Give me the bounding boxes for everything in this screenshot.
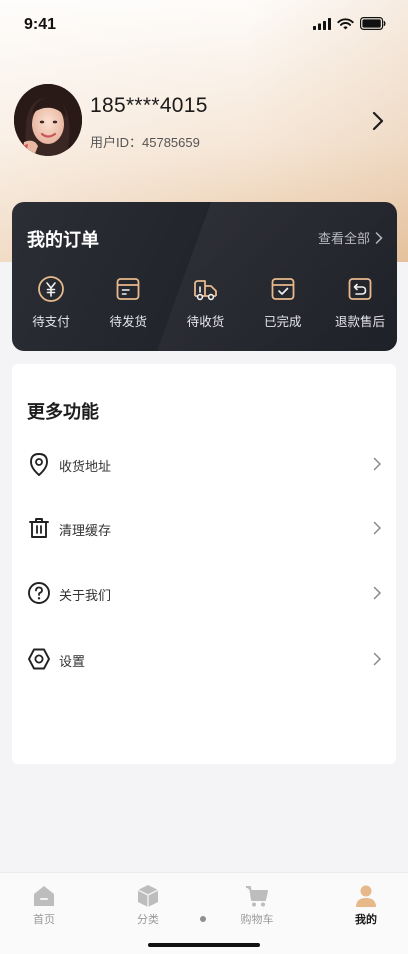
user-id-label: 用户ID： [90, 135, 143, 150]
more-functions-title: 更多功能 [27, 402, 99, 423]
yen-coin-icon [38, 276, 64, 302]
status-bar: 9:41 [0, 0, 408, 50]
order-item-label: 待支付 [32, 314, 70, 329]
user-id-value: 45785659 [142, 135, 200, 150]
tab-label: 分类 [137, 913, 159, 926]
user-id: 用户ID：45785659 [90, 132, 200, 151]
chevron-right-icon [373, 652, 382, 666]
chevron-right-icon [373, 586, 382, 600]
status-icons [313, 17, 386, 30]
order-pending-payment[interactable]: 待支付 [20, 274, 82, 334]
home-icon [34, 886, 54, 906]
return-arrow-icon [348, 278, 372, 300]
cellular-signal-icon [313, 17, 331, 30]
home-indicator [148, 943, 260, 947]
bottom-tab-bar: 首页 分类 购物车 我的 [0, 872, 408, 954]
my-orders-card: 我的订单 查看全部 待支付 待发货 待收货 已完成 退款售后 [12, 202, 397, 351]
tab-label: 购物车 [240, 913, 274, 926]
more-functions-card: 更多功能 收货地址 清理缓存 关于我们 设置 [12, 364, 396, 764]
avatar-photo-icon [14, 84, 82, 156]
menu-item-label: 收货地址 [59, 460, 112, 475]
order-item-label: 退款售后 [334, 314, 385, 329]
profile-header[interactable]: 185****4015 用户ID：45785659 [0, 84, 408, 160]
chevron-right-icon [373, 457, 382, 471]
tab-label: 首页 [33, 913, 55, 926]
menu-item-clear-cache[interactable]: 清理缓存 [12, 508, 396, 548]
delivery-truck-icon [193, 280, 217, 301]
chevron-right-icon[interactable] [370, 110, 386, 132]
settings-hexagon-icon [28, 648, 50, 670]
page-indicator-dot [200, 916, 206, 922]
order-status-list: 待支付 待发货 待收货 已完成 退款售后 [12, 274, 397, 334]
tab-category[interactable]: 分类 [118, 883, 178, 927]
trash-icon [29, 518, 49, 538]
tab-cart[interactable]: 购物车 [227, 883, 287, 927]
order-completed[interactable]: 已完成 [252, 274, 314, 334]
menu-item-label: 设置 [59, 655, 86, 670]
order-item-label: 已完成 [263, 314, 302, 329]
orders-title: 我的订单 [27, 230, 99, 251]
view-all-orders-link[interactable]: 查看全部 [318, 228, 383, 247]
menu-item-about-us[interactable]: 关于我们 [12, 573, 396, 613]
tab-label: 我的 [355, 913, 377, 926]
battery-icon [360, 17, 386, 30]
tab-mine[interactable]: 我的 [336, 883, 396, 927]
menu-item-label: 清理缓存 [59, 524, 112, 539]
shopping-cart-icon [246, 886, 268, 907]
order-item-label: 待发货 [109, 314, 147, 329]
tab-home[interactable]: 首页 [14, 883, 74, 927]
chevron-right-icon [373, 521, 382, 535]
order-item-label: 待收货 [186, 314, 225, 329]
checked-box-icon [271, 278, 295, 300]
order-pending-shipment[interactable]: 待发货 [97, 274, 159, 334]
avatar[interactable] [14, 84, 82, 156]
order-pending-receipt[interactable]: 待收货 [175, 274, 237, 334]
location-pin-icon [30, 453, 48, 476]
menu-item-label: 关于我们 [59, 589, 112, 604]
view-all-label: 查看全部 [317, 232, 370, 247]
order-refund-after-sales[interactable]: 退款售后 [329, 274, 391, 334]
user-profile-icon [356, 885, 376, 907]
chevron-right-icon [375, 231, 383, 244]
menu-item-shipping-address[interactable]: 收货地址 [12, 444, 396, 484]
wifi-icon [337, 17, 354, 29]
question-circle-icon [28, 582, 50, 604]
package-box-icon [116, 278, 140, 300]
status-time: 9:41 [24, 16, 57, 33]
phone-number: 185****4015 [90, 94, 208, 117]
category-box-icon [137, 885, 159, 907]
menu-item-settings[interactable]: 设置 [12, 639, 396, 679]
